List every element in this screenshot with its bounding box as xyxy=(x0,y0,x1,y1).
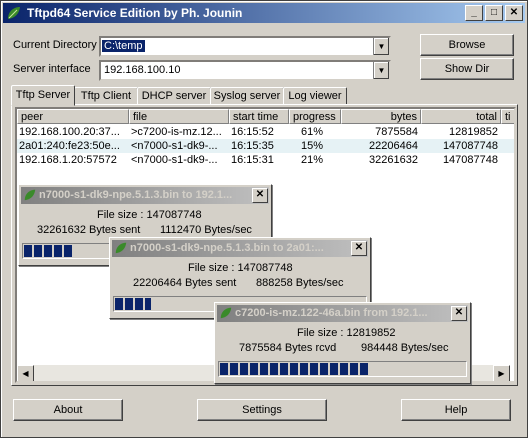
cell-start-time: 16:15:35 xyxy=(231,140,274,152)
progress-fill xyxy=(115,298,151,310)
close-icon[interactable]: ✕ xyxy=(351,241,367,256)
cell-peer: 2a01:240:fe23:50e... xyxy=(19,140,120,152)
cell-start-time: 16:15:31 xyxy=(231,154,274,166)
title-bar[interactable]: Tftpd64 Service Edition by Ph. Jounin _ □… xyxy=(3,3,525,23)
column-header-bytes[interactable]: bytes xyxy=(341,109,421,124)
leaf-icon xyxy=(115,242,127,254)
cell-file: <n7000-s1-dk9-... xyxy=(131,154,218,166)
progress-fill xyxy=(220,363,369,375)
popup-title: n7000-s1-dk9-npe.5.1.3.bin to 2a01:... xyxy=(130,242,324,254)
popup-title: n7000-s1-dk9-npe.5.1.3.bin to 192.1... xyxy=(39,189,233,201)
minimize-button[interactable]: _ xyxy=(465,5,483,21)
rate-text: 1112470 Bytes/sec xyxy=(160,224,252,236)
file-size-text: File size : 147087748 xyxy=(97,209,202,221)
browse-button[interactable]: Browse xyxy=(420,34,514,56)
cell-peer: 192.168.100.20:37... xyxy=(19,126,120,138)
close-icon[interactable]: ✕ xyxy=(451,306,467,321)
server-interface-label: Server interface xyxy=(13,63,91,75)
close-button[interactable]: ✕ xyxy=(505,5,523,21)
current-directory-combo[interactable]: C:\temp ▼ xyxy=(99,36,391,57)
column-header-total[interactable]: total xyxy=(421,109,501,124)
cell-progress: 21% xyxy=(301,154,324,166)
cell-total: 147087748 xyxy=(442,140,498,152)
maximize-button[interactable]: □ xyxy=(485,5,503,21)
column-header-start-time[interactable]: start time xyxy=(229,109,289,124)
server-interface-combo[interactable]: 192.168.100.10 ▼ xyxy=(99,60,391,81)
cell-bytes: 22206464 xyxy=(369,140,418,152)
column-header-file[interactable]: file xyxy=(129,109,229,124)
progress-fill xyxy=(24,245,74,257)
table-row[interactable]: 192.168.1.20:57572 <n7000-s1-dk9-... 16:… xyxy=(17,153,514,167)
close-icon[interactable]: ✕ xyxy=(252,188,268,203)
column-header-progress[interactable]: progress xyxy=(289,109,341,124)
cell-progress: 61% xyxy=(301,126,324,138)
popup-title-bar[interactable]: n7000-s1-dk9-npe.5.1.3.bin to 2a01:... ✕ xyxy=(112,240,368,257)
tab-log-viewer[interactable]: Log viewer xyxy=(283,87,347,105)
tab-dhcp-server[interactable]: DHCP server xyxy=(137,87,211,105)
tab-syslog-server[interactable]: Syslog server xyxy=(210,87,284,105)
leaf-icon xyxy=(24,189,36,201)
cell-bytes: 7875584 xyxy=(375,126,418,138)
bytes-text: 22206464 Bytes sent xyxy=(133,277,237,289)
cell-file: >c7200-is-mz.12... xyxy=(131,126,222,138)
cell-peer: 192.168.1.20:57572 xyxy=(19,154,117,166)
popup-title-bar[interactable]: c7200-is-mz.122-46a.bin from 192.1... ✕ xyxy=(217,305,468,322)
file-size-text: File size : 147087748 xyxy=(188,262,293,274)
chevron-down-icon[interactable]: ▼ xyxy=(373,62,389,79)
popup-title: c7200-is-mz.122-46a.bin from 192.1... xyxy=(235,307,428,319)
transfer-popup[interactable]: c7200-is-mz.122-46a.bin from 192.1... ✕ … xyxy=(214,302,471,384)
column-header-time[interactable]: ti xyxy=(501,109,514,124)
rate-text: 888258 Bytes/sec xyxy=(256,277,344,289)
cell-total: 12819852 xyxy=(449,126,498,138)
cell-bytes: 32261632 xyxy=(369,154,418,166)
table-row[interactable]: 192.168.100.20:37... >c7200-is-mz.12... … xyxy=(17,125,514,139)
bytes-text: 7875584 Bytes rcvd xyxy=(239,342,337,354)
main-window: Tftpd64 Service Edition by Ph. Jounin _ □… xyxy=(0,0,528,438)
show-dir-button[interactable]: Show Dir xyxy=(420,58,514,80)
bytes-text: 32261632 Bytes sent xyxy=(37,224,141,236)
progress-bar xyxy=(218,361,467,377)
chevron-down-icon[interactable]: ▼ xyxy=(373,38,389,55)
scroll-right-icon[interactable]: ▶ xyxy=(493,365,510,381)
cell-total: 147087748 xyxy=(442,154,498,166)
tab-tftp-server[interactable]: Tftp Server xyxy=(11,85,75,106)
server-interface-value[interactable]: 192.168.100.10 xyxy=(104,64,180,76)
app-icon xyxy=(8,7,20,19)
cell-file: <n7000-s1-dk9-... xyxy=(131,140,218,152)
about-button[interactable]: About xyxy=(13,399,123,421)
tab-tftp-client[interactable]: Tftp Client xyxy=(74,87,138,105)
popup-title-bar[interactable]: n7000-s1-dk9-npe.5.1.3.bin to 192.1... ✕ xyxy=(21,187,269,204)
column-header-peer[interactable]: peer xyxy=(17,109,129,124)
cell-progress: 15% xyxy=(301,140,324,152)
window-title: Tftpd64 Service Edition by Ph. Jounin xyxy=(27,6,243,20)
help-button[interactable]: Help xyxy=(401,399,511,421)
current-directory-label: Current Directory xyxy=(13,39,97,51)
table-row[interactable]: 2a01:240:fe23:50e... <n7000-s1-dk9-... 1… xyxy=(17,139,514,153)
file-size-text: File size : 12819852 xyxy=(297,327,396,339)
current-directory-value[interactable]: C:\temp xyxy=(102,40,145,52)
scroll-left-icon[interactable]: ◀ xyxy=(17,365,34,381)
rate-text: 984448 Bytes/sec xyxy=(361,342,449,354)
settings-button[interactable]: Settings xyxy=(197,399,327,421)
leaf-icon xyxy=(220,307,232,319)
cell-start-time: 16:15:52 xyxy=(231,126,274,138)
